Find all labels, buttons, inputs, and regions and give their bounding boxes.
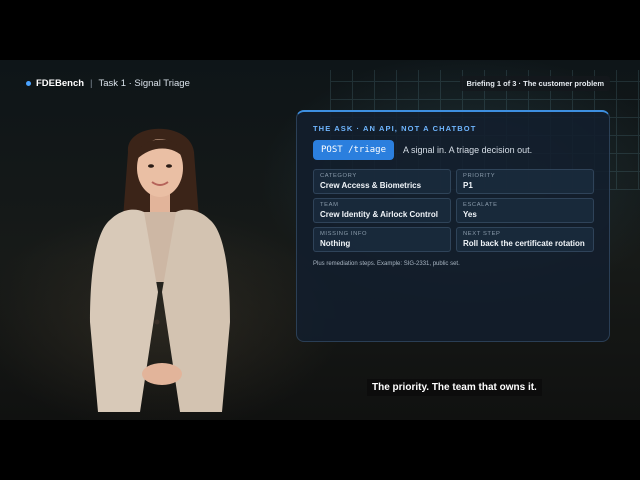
video-frame: FDEBench | Task 1 · Signal Triage Briefi…	[0, 60, 640, 420]
header-separator: |	[90, 78, 93, 89]
field-label: PRIORITY	[463, 173, 496, 179]
task-name: Task 1 · Signal Triage	[98, 78, 190, 89]
field-missing-info: MISSING INFO Nothing	[313, 227, 451, 252]
briefing-indicator: Briefing 1 of 3 · The customer problem	[460, 76, 610, 91]
field-priority: PRIORITY P1	[456, 169, 594, 194]
field-label: NEXT STEP	[463, 231, 501, 237]
subtitle-caption: The priority. The team that owns it.	[367, 379, 542, 396]
field-escalate: ESCALATE Yes	[456, 198, 594, 223]
field-next-step: NEXT STEP Roll back the certificate rota…	[456, 227, 594, 252]
field-label: ESCALATE	[463, 202, 498, 208]
field-team: TEAM Crew Identity & Airlock Control	[313, 198, 451, 223]
endpoint-pill: POST /triage	[313, 140, 395, 160]
presenter-eye-left	[148, 164, 154, 168]
presenter-hands	[142, 363, 182, 385]
card-title: THE ASK · AN API, NOT A CHATBOT	[313, 124, 477, 133]
field-label: CATEGORY	[320, 173, 357, 179]
brand-name: FDEBench	[36, 78, 85, 89]
header-left: FDEBench | Task 1 · Signal Triage	[26, 78, 190, 89]
presenter-button	[154, 319, 160, 325]
field-label: TEAM	[320, 202, 339, 208]
endpoint-description: A signal in. A triage decision out.	[403, 145, 533, 155]
api-card: THE ASK · AN API, NOT A CHATBOT POST /tr…	[296, 110, 610, 342]
endpoint-row: POST /triage A signal in. A triage decis…	[313, 140, 593, 160]
field-category: CATEGORY Crew Access & Biometrics	[313, 169, 451, 194]
triage-fields-grid: CATEGORY Crew Access & Biometrics PRIORI…	[313, 169, 594, 252]
presenter-figure	[90, 128, 230, 412]
field-value: Roll back the certificate rotation	[463, 239, 585, 248]
field-value: Yes	[463, 210, 477, 219]
field-value: P1	[463, 181, 473, 190]
field-value: Crew Identity & Airlock Control	[320, 210, 438, 219]
field-value: Crew Access & Biometrics	[320, 181, 422, 190]
card-footnote: Plus remediation steps. Example: SIG-233…	[313, 261, 460, 267]
presenter-eye-right	[166, 164, 172, 168]
field-label: MISSING INFO	[320, 231, 368, 237]
field-value: Nothing	[320, 239, 351, 248]
brand-dot-icon	[26, 81, 31, 86]
